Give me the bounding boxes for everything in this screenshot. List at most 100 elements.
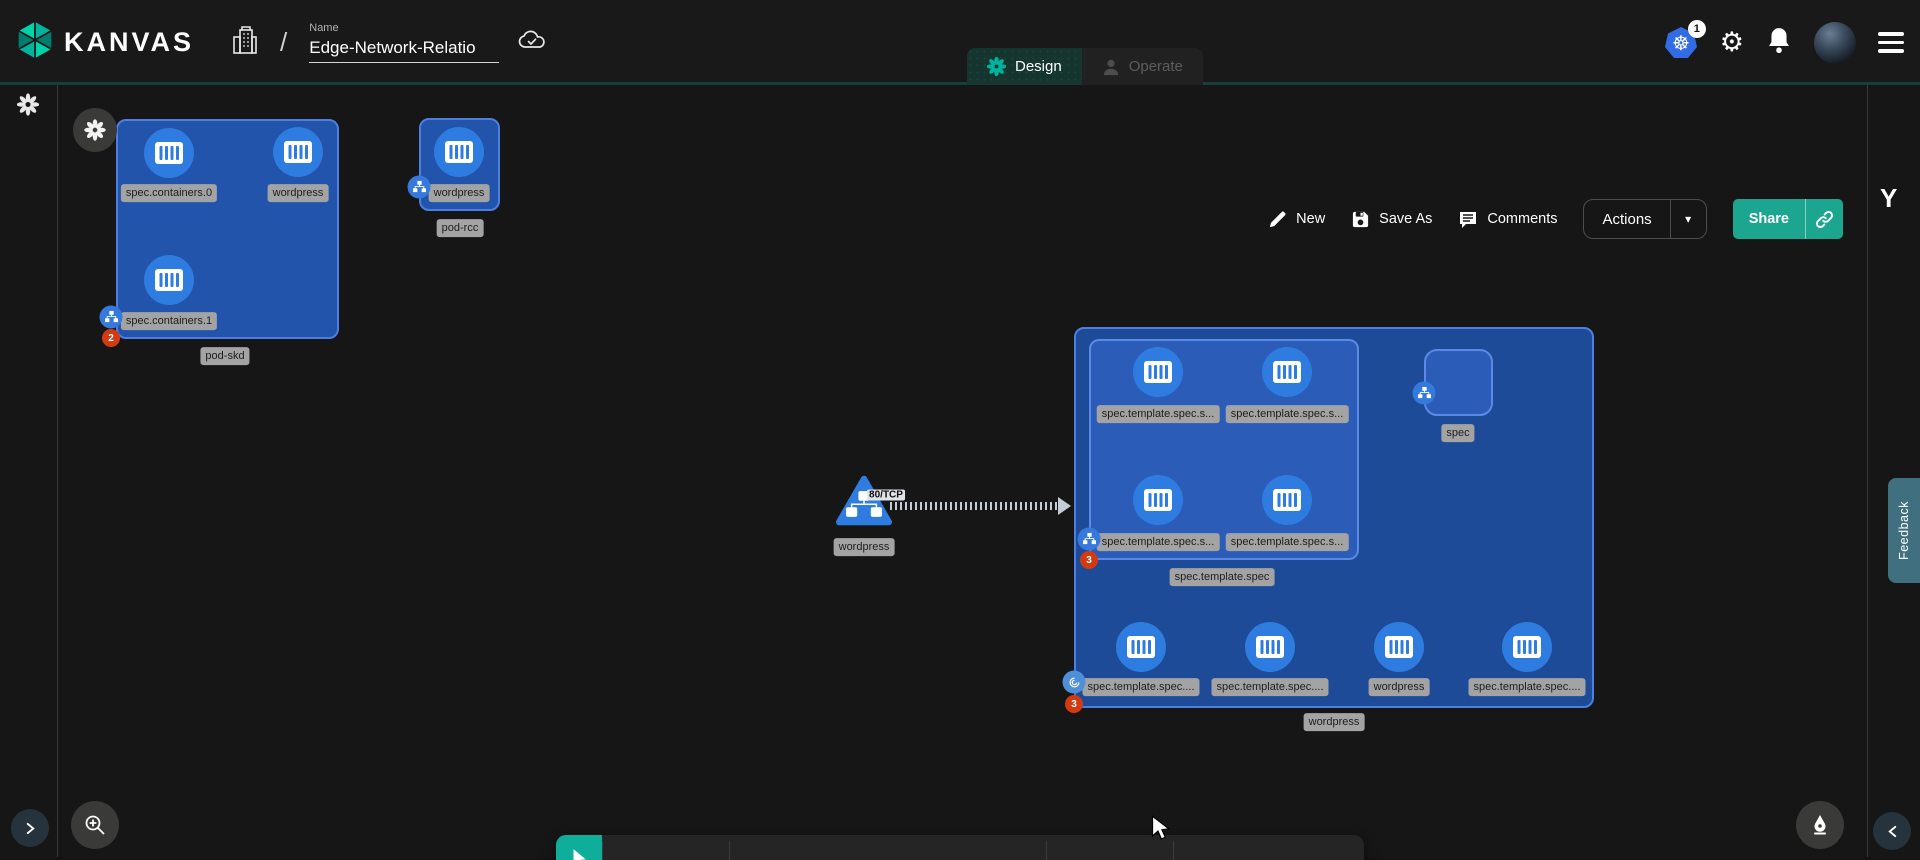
pod-badge-icon[interactable]	[408, 176, 431, 199]
group-flower-action-button[interactable]	[73, 108, 117, 152]
zoom-button[interactable]	[71, 801, 119, 849]
node-label: wordpress	[268, 184, 329, 202]
container-node[interactable]	[1133, 475, 1183, 525]
operate-person-icon	[1102, 58, 1120, 76]
error-count-badge[interactable]: 3	[1080, 551, 1098, 569]
pen-tool-button[interactable]	[1055, 857, 1107, 860]
comments-icon	[1458, 210, 1478, 229]
node-label: spec.template.spec.s...	[1097, 533, 1220, 551]
comment-tool-button[interactable]	[801, 857, 853, 860]
node-label: spec.containers.0	[121, 184, 217, 202]
group-spec[interactable]	[1424, 349, 1493, 416]
error-count-badge[interactable]: 2	[102, 329, 120, 347]
group-spec-template-spec[interactable]	[1089, 339, 1359, 560]
container-node[interactable]	[144, 255, 194, 305]
settings-gear-icon[interactable]: ⚙	[1720, 29, 1744, 56]
node-label: spec.template.spec....	[1083, 678, 1200, 696]
ink-pen-button[interactable]	[1796, 801, 1844, 849]
share-link-icon[interactable]	[1805, 199, 1843, 239]
toolbar-section-misc: ?	[1174, 835, 1364, 860]
node-label: spec.template.spec.s...	[1097, 405, 1220, 423]
design-canvas[interactable]: New Save As Comments Actions ▾ Share	[0, 85, 1920, 857]
actions-dropdown-caret[interactable]: ▾	[1670, 200, 1706, 238]
yaml-panel-icon[interactable]: Y	[1880, 183, 1897, 214]
organization-icon[interactable]	[232, 25, 258, 60]
save-as-button[interactable]: Save As	[1351, 210, 1432, 229]
node-label: spec.template.spec....	[1212, 678, 1329, 696]
tab-design[interactable]: Design	[967, 48, 1082, 85]
note-tool-button[interactable]	[985, 857, 1037, 860]
design-flower-icon	[987, 57, 1006, 76]
cursor-arrow-icon	[569, 848, 589, 860]
share-label: Share	[1733, 211, 1805, 227]
toolbar-section-components: ☸	[603, 835, 729, 860]
tab-design-label: Design	[1015, 58, 1062, 75]
design-name-input[interactable]	[309, 36, 499, 63]
group-label-spec-template-spec: spec.template.spec	[1170, 568, 1275, 586]
text-tool-button[interactable]: T	[924, 857, 976, 860]
image-tool-button[interactable]	[862, 857, 914, 860]
container-node[interactable]	[273, 127, 323, 177]
user-avatar[interactable]	[1814, 22, 1856, 64]
header-right: ☸ 1 ⚙	[1664, 0, 1904, 85]
import-drawer-tool-button[interactable]	[1183, 857, 1235, 860]
container-node[interactable]	[1245, 622, 1295, 672]
node-label: wordpress	[834, 538, 895, 556]
mesh-badge-icon[interactable]	[1063, 671, 1086, 694]
tab-operate-label: Operate	[1129, 58, 1183, 75]
new-button[interactable]: New	[1268, 210, 1325, 229]
error-count-badge[interactable]: 3	[1065, 695, 1083, 713]
pod-badge-icon[interactable]	[100, 306, 123, 329]
container-node[interactable]	[144, 128, 194, 178]
container-node[interactable]	[434, 127, 484, 177]
left-strip-divider	[57, 85, 58, 857]
feedback-tab[interactable]: Feedback	[1888, 478, 1920, 583]
edge-port-label: 80/TCP	[867, 490, 905, 501]
container-node[interactable]	[1374, 622, 1424, 672]
context-count-badge: 1	[1688, 20, 1706, 38]
pencil-icon	[1268, 210, 1287, 229]
kubernetes-tool-button[interactable]: ☸	[670, 857, 722, 860]
service-node[interactable]	[836, 476, 892, 531]
breadcrumb-separator: /	[280, 27, 287, 58]
expand-left-panel-button[interactable]	[11, 809, 49, 847]
container-node[interactable]	[1262, 347, 1312, 397]
select-tool-button[interactable]	[556, 835, 602, 860]
tab-operate[interactable]: Operate	[1082, 48, 1203, 85]
save-icon	[1351, 210, 1370, 229]
header-left: KANVAS / Name	[14, 0, 547, 85]
menu-hamburger-icon[interactable]	[1878, 32, 1904, 53]
notifications-bell-icon[interactable]	[1766, 26, 1792, 59]
save-as-label: Save As	[1379, 211, 1432, 227]
pod-badge-icon[interactable]	[1078, 528, 1101, 551]
node-label: spec.template.spec.s...	[1226, 533, 1349, 551]
help-tool-button[interactable]: ?	[1304, 857, 1356, 860]
kanvas-logo-icon[interactable]	[14, 19, 56, 66]
kubernetes-context-button[interactable]: ☸ 1	[1664, 26, 1698, 60]
pod-badge-icon[interactable]	[1413, 382, 1436, 405]
canvas-toolbar: ☸	[556, 835, 1364, 860]
components-tool-button[interactable]	[610, 857, 662, 860]
node-label: spec.template.spec....	[1469, 678, 1586, 696]
history-spiral-icon[interactable]	[17, 94, 39, 121]
shapes-tool-button[interactable]	[740, 857, 792, 860]
network-edge[interactable]	[890, 502, 1060, 510]
comments-label: Comments	[1487, 211, 1557, 227]
collapse-right-panel-button[interactable]	[1873, 812, 1911, 850]
container-node[interactable]	[1262, 475, 1312, 525]
layers-tool-button[interactable]	[1243, 857, 1295, 860]
actions-button[interactable]: Actions ▾	[1583, 199, 1706, 239]
container-node[interactable]	[1502, 622, 1552, 672]
container-node[interactable]	[1116, 622, 1166, 672]
share-button[interactable]: Share	[1733, 199, 1843, 239]
freehand-tool-button[interactable]	[1114, 857, 1166, 860]
actions-label: Actions	[1584, 211, 1669, 228]
new-label: New	[1296, 211, 1325, 227]
group-label-spec: spec	[1441, 424, 1474, 442]
group-label-pod-rcc: pod-rcc	[437, 219, 484, 237]
design-name-label: Name	[309, 22, 499, 34]
design-name-field: Name	[309, 22, 499, 63]
design-action-bar: New Save As Comments Actions ▾ Share	[1268, 199, 1843, 239]
container-node[interactable]	[1133, 347, 1183, 397]
comments-button[interactable]: Comments	[1458, 210, 1557, 229]
